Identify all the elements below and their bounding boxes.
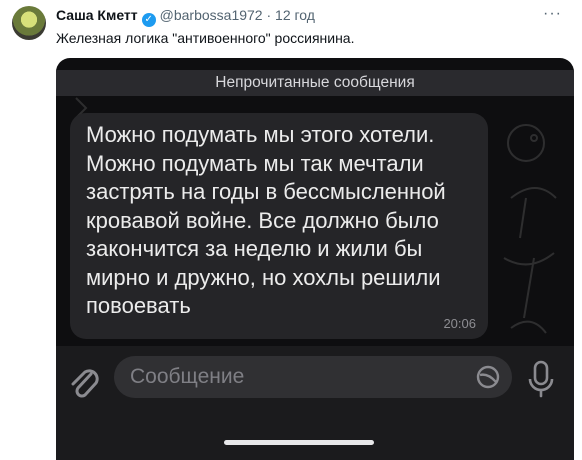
home-indicator <box>224 440 374 445</box>
tweet-header: Саша Кметт ✓ @barbossa1972 · 12 год ··· Же… <box>0 0 582 58</box>
author-handle[interactable]: @barbossa1972 <box>160 7 263 23</box>
separator: · <box>266 7 272 23</box>
verified-badge-icon: ✓ <box>141 13 156 27</box>
unread-messages-divider: Непрочитанные сообщения <box>56 70 574 96</box>
sticker-icon[interactable] <box>476 365 500 389</box>
tweet-media-screenshot[interactable]: Непрочитанные сообщения Можно подумать м… <box>56 58 574 460</box>
message-time: 20:06 <box>443 316 476 331</box>
message-bubble: Можно подумать мы этого хотели. Можно по… <box>70 113 488 339</box>
unread-messages-label: Непрочитанные сообщения <box>215 74 415 91</box>
message-input[interactable]: Сообщение <box>114 356 512 398</box>
message-input-placeholder: Сообщение <box>130 365 245 388</box>
tweet-text: Железная логика "антивоенного" россиянин… <box>56 30 355 46</box>
microphone-icon[interactable] <box>526 360 556 398</box>
composer-bar: Сообщение <box>56 346 574 460</box>
avatar[interactable] <box>12 6 46 40</box>
author-line: Саша Кметт ✓ @barbossa1972 · 12 год <box>56 7 315 27</box>
tweet-time[interactable]: 12 год <box>275 7 315 23</box>
paperclip-icon[interactable] <box>66 362 100 400</box>
author-name[interactable]: Саша Кметт <box>56 7 138 23</box>
more-options-icon[interactable]: ··· <box>543 5 562 23</box>
message-text: Можно подумать мы этого хотели. Можно по… <box>86 122 446 318</box>
